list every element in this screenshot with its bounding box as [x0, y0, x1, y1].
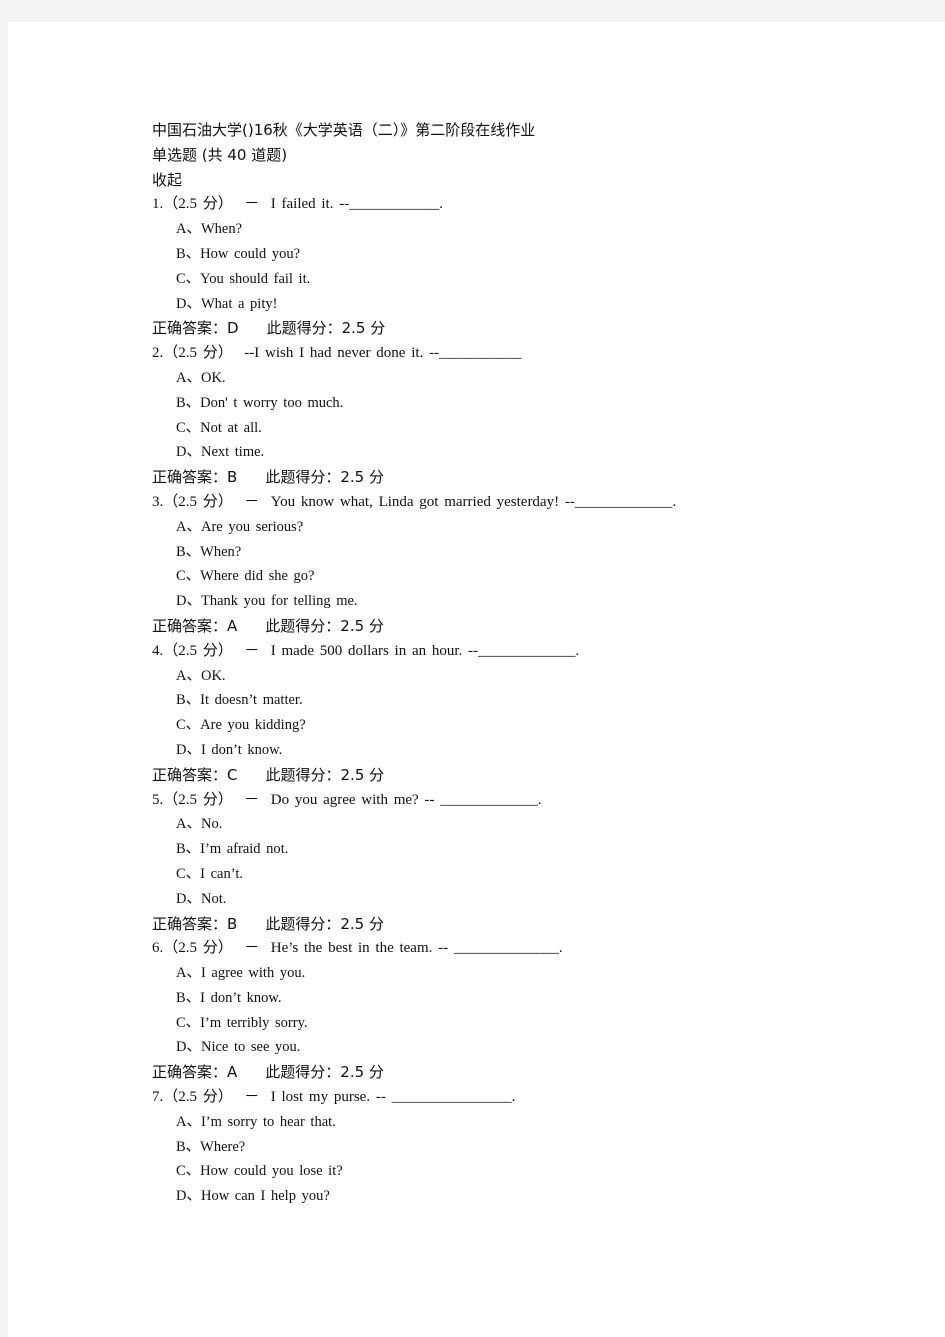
correct-answer-label: 正确答案：	[152, 319, 228, 338]
answer-option[interactable]: C、I can’t.	[152, 862, 832, 887]
answer-option[interactable]: A、I agree with you.	[152, 961, 832, 986]
question-item: 2.（2.5 分） --I wish I had never done it. …	[152, 341, 832, 490]
score-label: 此题得分：	[265, 1063, 341, 1082]
question-prompt: 1.（2.5 分） － I failed it. --____________.	[152, 196, 443, 213]
document-content: 中国石油大学()16秋《大学英语（二）》第二阶段在线作业 单选题 (共 40 道…	[152, 118, 832, 1209]
document-title: 中国石油大学()16秋《大学英语（二）》第二阶段在线作业	[152, 121, 536, 139]
correct-answer-label: 正确答案：	[152, 765, 228, 784]
question-prompt: 6.（2.5 分） － He’s the best in the team. -…	[152, 940, 563, 957]
question-item: 7.（2.5 分） － I lost my purse. -- ________…	[152, 1085, 832, 1209]
score-label: 此题得分：	[265, 468, 341, 487]
answer-option[interactable]: C、How could you lose it?	[152, 1159, 832, 1184]
answer-option[interactable]: D、Next time.	[152, 440, 832, 465]
answer-option[interactable]: B、When?	[152, 540, 832, 565]
answer-option[interactable]: A、I’m sorry to hear that.	[152, 1110, 832, 1135]
answer-option[interactable]: D、Not.	[152, 887, 832, 912]
collapse-link[interactable]: 收起	[152, 168, 832, 193]
answer-option[interactable]: C、I’m terribly sorry.	[152, 1011, 832, 1036]
correct-answer-label: 正确答案：	[152, 914, 228, 933]
answer-result: 正确答案：C 此题得分：2.5 分	[152, 763, 832, 788]
correct-answer-value: C	[227, 765, 238, 784]
score-value: 2.5 分	[340, 616, 384, 635]
score-label: 此题得分：	[265, 914, 341, 933]
answer-option[interactable]: D、Nice to see you.	[152, 1035, 832, 1060]
question-item: 4.（2.5 分） － I made 500 dollars in an hou…	[152, 639, 832, 788]
answer-option[interactable]: B、Don' t worry too much.	[152, 391, 832, 416]
question-prompt: 3.（2.5 分） － You know what, Linda got mar…	[152, 493, 677, 510]
question-prompt: 2.（2.5 分） --I wish I had never done it. …	[152, 345, 522, 362]
question-item: 6.（2.5 分） － He’s the best in the team. -…	[152, 936, 832, 1085]
correct-answer-value: A	[227, 1063, 238, 1082]
answer-option[interactable]: A、OK.	[152, 366, 832, 391]
score-value: 2.5 分	[340, 1063, 384, 1082]
answer-result: 正确答案：D 此题得分：2.5 分	[152, 316, 832, 341]
question-prompt: 7.（2.5 分） － I lost my purse. -- ________…	[152, 1089, 516, 1106]
score-value: 2.5 分	[340, 914, 384, 933]
correct-answer-value: B	[227, 914, 238, 933]
document-page: 中国石油大学()16秋《大学英语（二）》第二阶段在线作业 单选题 (共 40 道…	[8, 22, 945, 1337]
answer-result: 正确答案：B 此题得分：2.5 分	[152, 912, 832, 937]
correct-answer-value: D	[227, 319, 239, 338]
answer-option[interactable]: D、How can I help you?	[152, 1184, 832, 1209]
answer-option[interactable]: C、Not at all.	[152, 416, 832, 441]
score-label: 此题得分：	[265, 616, 341, 635]
answer-option[interactable]: D、What a pity!	[152, 292, 832, 317]
correct-answer-value: B	[227, 468, 238, 487]
score-value: 2.5 分	[341, 319, 386, 338]
answer-option[interactable]: A、Are you serious?	[152, 515, 832, 540]
section-heading: 单选题 (共 40 道题)	[152, 145, 288, 164]
answer-option[interactable]: D、I don’t know.	[152, 738, 832, 763]
answer-option[interactable]: A、When?	[152, 217, 832, 242]
answer-result: 正确答案：A 此题得分：2.5 分	[152, 1060, 832, 1085]
answer-result: 正确答案：A 此题得分：2.5 分	[152, 614, 832, 639]
answer-option[interactable]: C、Where did she go?	[152, 564, 832, 589]
answer-option[interactable]: D、Thank you for telling me.	[152, 589, 832, 614]
correct-answer-label: 正确答案：	[152, 468, 228, 487]
answer-option[interactable]: A、OK.	[152, 664, 832, 689]
question-item: 3.（2.5 分） － You know what, Linda got mar…	[152, 490, 832, 639]
answer-option[interactable]: B、Where?	[152, 1135, 832, 1160]
answer-option[interactable]: B、I don’t know.	[152, 986, 832, 1011]
answer-option[interactable]: C、You should fail it.	[152, 267, 832, 292]
score-value: 2.5 分	[340, 765, 385, 784]
score-value: 2.5 分	[340, 468, 384, 487]
answer-result: 正确答案：B 此题得分：2.5 分	[152, 465, 832, 490]
score-label: 此题得分：	[265, 765, 341, 784]
question-item: 1.（2.5 分） － I failed it. --____________.…	[152, 192, 832, 341]
correct-answer-value: A	[227, 616, 238, 635]
answer-option[interactable]: B、How could you?	[152, 242, 832, 267]
question-prompt: 4.（2.5 分） － I made 500 dollars in an hou…	[152, 642, 580, 659]
score-label: 此题得分：	[266, 319, 342, 338]
answer-option[interactable]: A、No.	[152, 812, 832, 837]
answer-option[interactable]: C、Are you kidding?	[152, 713, 832, 738]
answer-option[interactable]: B、I’m afraid not.	[152, 837, 832, 862]
answer-option[interactable]: B、It doesn’t matter.	[152, 688, 832, 713]
correct-answer-label: 正确答案：	[152, 1063, 228, 1082]
question-list: 1.（2.5 分） － I failed it. --____________.…	[152, 192, 832, 1209]
question-prompt: 5.（2.5 分） － Do you agree with me? -- ___…	[152, 791, 542, 808]
question-item: 5.（2.5 分） － Do you agree with me? -- ___…	[152, 788, 832, 937]
correct-answer-label: 正确答案：	[152, 616, 228, 635]
